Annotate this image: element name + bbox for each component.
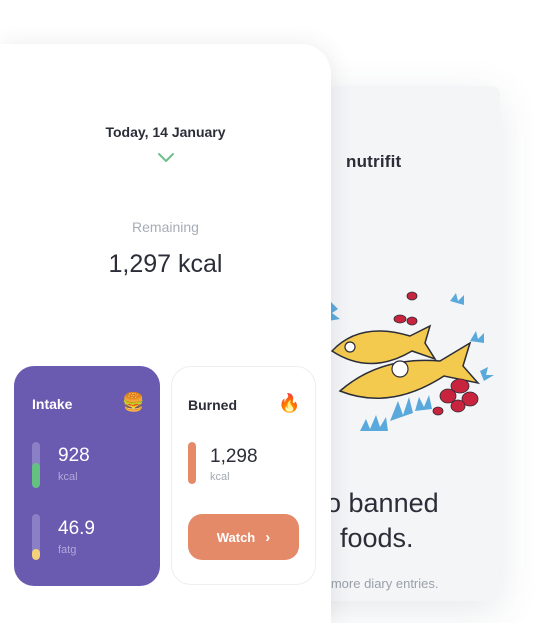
- calories-progress-fill: [32, 462, 40, 488]
- intake-card[interactable]: Intake 🍔 928 kcal 46.9 fatg: [14, 366, 160, 586]
- promo-headline-line-1: o banned: [326, 488, 439, 518]
- diary-card: Today, 14 January Remaining 1,297 kcal I…: [0, 44, 331, 623]
- intake-fat-value: 46.9: [58, 518, 95, 539]
- promo-subtext: e more diary entries.: [320, 576, 439, 591]
- chevron-down-icon[interactable]: [157, 152, 175, 164]
- calories-progress-bar: [32, 442, 40, 488]
- burned-progress-fill: [188, 442, 196, 484]
- fat-progress-fill: [32, 548, 40, 560]
- burned-card[interactable]: Burned 🔥 1,298 kcal Watch ›: [171, 366, 316, 585]
- promo-headline: o banned foods.: [326, 486, 496, 556]
- chevron-right-icon: ›: [265, 528, 271, 546]
- brand-logo: nutrifit: [346, 152, 402, 171]
- burned-kcal-unit: kcal: [210, 471, 230, 483]
- watch-button-label: Watch: [216, 529, 256, 545]
- remaining-label: Remaining: [132, 219, 199, 235]
- intake-kcal-unit: kcal: [58, 471, 78, 483]
- fish-food-illustration: [328, 291, 494, 431]
- promo-headline-line-2: foods.: [340, 523, 414, 553]
- burned-progress-bar: [188, 442, 196, 484]
- burger-icon: 🍔: [122, 392, 145, 412]
- intake-fat-unit: fatg: [58, 544, 77, 556]
- watch-button[interactable]: Watch ›: [188, 514, 299, 560]
- remaining-kcal-value: 1,297 kcal: [108, 250, 223, 278]
- burned-title: Burned: [188, 397, 237, 413]
- fat-progress-bar: [32, 514, 40, 560]
- fire-icon: 🔥: [278, 393, 301, 413]
- intake-title: Intake: [32, 396, 73, 412]
- date-selector-label[interactable]: Today, 14 January: [0, 124, 331, 140]
- burned-kcal-value: 1,298: [210, 446, 258, 467]
- intake-kcal-value: 928: [58, 445, 90, 466]
